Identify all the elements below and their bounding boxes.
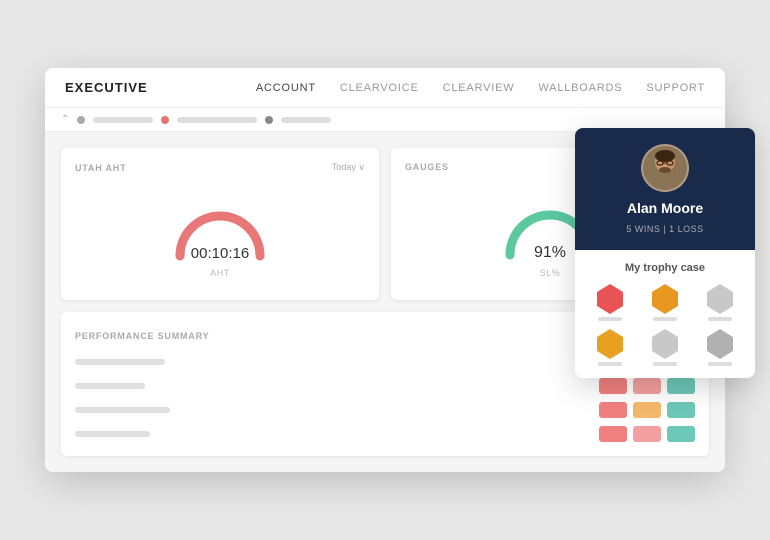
trophy-section-title: My trophy case <box>587 262 743 274</box>
trophy-icon-red <box>597 284 623 314</box>
perf-label <box>75 359 165 365</box>
aht-label: AHT <box>210 268 230 278</box>
nav-links: ACCOUNT CLEARVOICE CLEARVIEW WALLBOARDS … <box>256 82 705 94</box>
trophy-label-bar <box>598 362 622 366</box>
table-row <box>75 426 695 442</box>
perf-metrics <box>599 378 695 394</box>
list-item <box>642 329 689 366</box>
perf-label <box>75 431 150 437</box>
trophy-icon-gray <box>707 284 733 314</box>
gauges-value: 91% <box>534 244 566 262</box>
perf-label <box>75 407 170 413</box>
app-logo: EXECUTIVE <box>65 80 148 95</box>
metric-pill-orange <box>633 402 661 418</box>
list-item <box>696 284 743 321</box>
profile-overlay: Alan Moore 5 WINS | 1 LOSS My trophy cas… <box>575 128 755 378</box>
table-row <box>75 378 695 394</box>
browser-window: EXECUTIVE ACCOUNT CLEARVOICE CLEARVIEW W… <box>45 68 725 472</box>
tab-dot-3[interactable] <box>265 116 273 124</box>
tab-pill-3[interactable] <box>281 117 331 123</box>
metric-pill-red <box>599 378 627 394</box>
trophy-grid <box>587 284 743 366</box>
perf-metrics <box>599 426 695 442</box>
trophy-label-bar <box>708 362 732 366</box>
profile-name: Alan Moore <box>627 200 703 216</box>
list-item <box>587 329 634 366</box>
metric-pill-salmon <box>633 378 661 394</box>
metric-pill-red <box>599 402 627 418</box>
tab-pill-2[interactable] <box>177 117 257 123</box>
aht-widget-filter[interactable]: Today ∨ <box>332 162 365 173</box>
aht-widget: UTAH AHT Today ∨ 00:10:16 AHT <box>61 148 379 300</box>
aht-gauge-container: 00:10:16 AHT <box>75 183 365 286</box>
tab-dot-2[interactable] <box>161 116 169 124</box>
trophy-icon-orange <box>652 284 678 314</box>
chevron-down-icon[interactable]: ⌃ <box>61 114 69 125</box>
trophy-icon-gray2 <box>652 329 678 359</box>
table-row <box>75 402 695 418</box>
avatar <box>641 144 689 192</box>
list-item <box>696 329 743 366</box>
aht-widget-header: UTAH AHT Today ∨ <box>75 162 365 173</box>
trophy-icon-gold <box>597 329 623 359</box>
aht-widget-title: UTAH AHT <box>75 163 126 173</box>
nav-support[interactable]: SUPPORT <box>646 82 705 94</box>
perf-label <box>75 383 145 389</box>
profile-header: Alan Moore 5 WINS | 1 LOSS <box>575 128 755 250</box>
tab-pill-1[interactable] <box>93 117 153 123</box>
list-item <box>587 284 634 321</box>
trophy-label-bar <box>653 317 677 321</box>
list-item <box>642 284 689 321</box>
gauges-label: SL% <box>540 268 561 278</box>
aht-value: 00:10:16 <box>191 245 249 262</box>
metric-pill-teal <box>667 402 695 418</box>
trophy-label-bar <box>708 317 732 321</box>
metric-pill-salmon <box>633 426 661 442</box>
metric-pill-red <box>599 426 627 442</box>
profile-stats: 5 WINS | 1 LOSS <box>626 224 703 234</box>
trophy-section: My trophy case <box>575 250 755 378</box>
performance-title: PERFORMANCE SUMMARY <box>75 331 209 341</box>
tab-dot-1[interactable] <box>77 116 85 124</box>
trophy-label-bar <box>598 317 622 321</box>
trophy-icon-gray-dark <box>707 329 733 359</box>
metric-pill-teal <box>667 426 695 442</box>
gauges-widget-title: GAUGES <box>405 162 449 172</box>
nav-clearvoice[interactable]: CLEARVOICE <box>340 82 419 94</box>
nav-bar: EXECUTIVE ACCOUNT CLEARVOICE CLEARVIEW W… <box>45 68 725 108</box>
nav-account[interactable]: ACCOUNT <box>256 82 316 94</box>
avatar-image <box>643 146 687 190</box>
nav-wallboards[interactable]: WALLBOARDS <box>538 82 622 94</box>
perf-metrics <box>599 402 695 418</box>
trophy-label-bar <box>653 362 677 366</box>
metric-pill-teal <box>667 378 695 394</box>
nav-clearview[interactable]: CLEARVIEW <box>443 82 515 94</box>
